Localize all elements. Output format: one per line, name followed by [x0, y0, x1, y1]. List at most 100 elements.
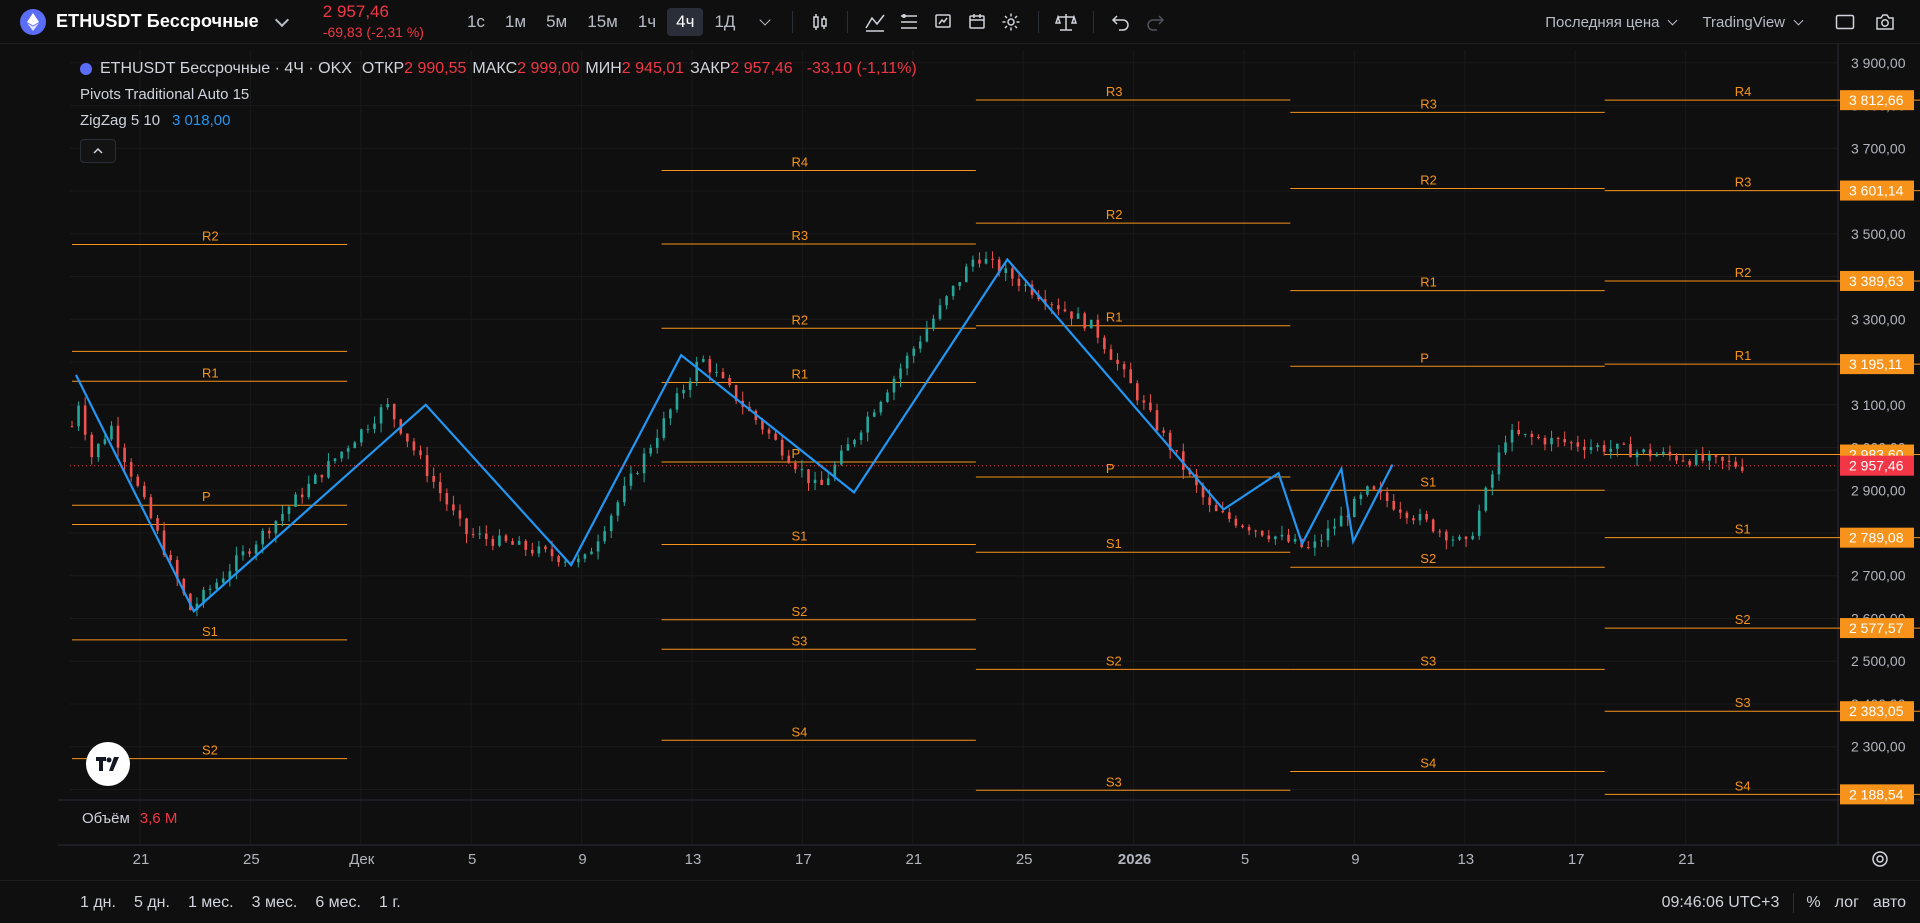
range-button-5[interactable]: 1 г.	[379, 894, 401, 912]
candle-body	[1149, 402, 1152, 411]
candle-body	[1083, 313, 1086, 329]
legend-indicator-pivots[interactable]: Pivots Traditional Auto 15	[80, 81, 917, 107]
candle-body	[314, 474, 317, 484]
candle-body	[649, 447, 652, 454]
time-axis-label: 5	[1241, 851, 1249, 868]
candle-body	[1405, 512, 1409, 519]
collapse-legend-button[interactable]	[80, 139, 116, 163]
chart-settings-icon[interactable]	[1870, 849, 1890, 872]
candle-body	[1662, 451, 1665, 455]
candle-body	[294, 494, 297, 507]
candle-body	[932, 318, 935, 330]
candle-body	[77, 405, 80, 427]
pivot-level-label: S1	[1106, 536, 1122, 551]
candle-body	[787, 455, 791, 463]
candle-body	[682, 389, 685, 394]
candle-body	[1635, 452, 1639, 458]
candle-body	[1431, 519, 1435, 532]
percent-toggle[interactable]: %	[1806, 894, 1820, 912]
range-button-4[interactable]: 6 мес.	[315, 894, 361, 912]
candle-body	[445, 493, 449, 505]
candle-body	[208, 588, 212, 590]
indicator-pivots-label: Pivots Traditional Auto 15	[80, 85, 250, 103]
candle-body	[1274, 536, 1277, 540]
candle-body	[780, 439, 784, 456]
candle-body	[984, 258, 988, 264]
candle-body	[1280, 534, 1284, 537]
candle-body	[1445, 531, 1448, 541]
pivot-level-label: R1	[202, 365, 219, 380]
candle-body	[669, 409, 672, 419]
candle-body	[1471, 535, 1474, 540]
candle-body	[807, 469, 810, 484]
legend-indicator-zigzag[interactable]: ZigZag 5 10 3 018,00	[80, 107, 917, 133]
price-axis-tick: 2 500,00	[1851, 653, 1906, 669]
log-toggle[interactable]: лог	[1835, 894, 1859, 912]
ohlc-label: ЗАКР	[690, 60, 731, 77]
range-button-2[interactable]: 1 мес.	[188, 894, 234, 912]
candle-body	[708, 359, 712, 373]
candle-body	[327, 461, 330, 478]
candle-body	[1596, 445, 1599, 448]
ohlc-value: 2 957,46	[730, 60, 793, 77]
clock[interactable]: 09:46:06 UTC+3	[1662, 894, 1780, 912]
candle-body	[899, 368, 902, 379]
candle-body	[1589, 447, 1593, 451]
candle-body	[918, 341, 922, 349]
tradingview-logo-icon[interactable]	[86, 742, 130, 786]
candle-body	[1142, 400, 1146, 403]
candle-body	[1122, 364, 1126, 370]
candle-body	[478, 533, 481, 535]
range-button-3[interactable]: 3 мес.	[252, 894, 298, 912]
candle-body	[1339, 515, 1343, 527]
price-axis-tick: 3 500,00	[1851, 226, 1906, 242]
candle-body	[537, 546, 541, 554]
candle-body	[83, 405, 87, 435]
candle-body	[1017, 278, 1021, 286]
candle-body	[938, 305, 942, 319]
candle-body	[728, 378, 731, 386]
candle-body	[524, 540, 528, 550]
candle-body	[1648, 449, 1652, 457]
range-button-0[interactable]: 1 дн.	[80, 894, 116, 912]
candle-body	[945, 296, 948, 306]
auto-toggle[interactable]: авто	[1873, 894, 1906, 912]
candle-body	[1399, 509, 1402, 513]
toolbar-divider	[1793, 892, 1795, 913]
candle-body	[1155, 410, 1159, 431]
candle-body	[1333, 526, 1336, 529]
candle-body	[465, 518, 468, 535]
price-axis-tick: 3 700,00	[1851, 140, 1906, 156]
price-axis-label: 3 195,11	[1849, 356, 1903, 372]
ohlc-value: 2 990,55	[404, 60, 467, 77]
candle-body	[1326, 528, 1330, 541]
pivot-level-label: R4	[1735, 84, 1752, 99]
candle-body	[379, 407, 383, 424]
candle-body	[590, 551, 593, 555]
candle-body	[1510, 429, 1514, 443]
candle-body	[261, 530, 264, 545]
candle-body	[1714, 455, 1718, 457]
range-button-1[interactable]: 5 дн.	[134, 894, 170, 912]
candle-body	[603, 531, 606, 542]
candle-body	[1287, 534, 1290, 542]
candle-body	[90, 434, 94, 458]
time-axis-label: 17	[795, 851, 812, 868]
candle-body	[452, 504, 455, 511]
candle-body	[360, 429, 363, 443]
pivot-level-label: S2	[202, 743, 218, 758]
candle-body	[1425, 514, 1428, 520]
candle-body	[1629, 444, 1632, 458]
pivot-level-label: S1	[1420, 474, 1436, 489]
ohlc-label: ОТКР	[361, 60, 405, 77]
candle-body	[274, 520, 278, 534]
candle-body	[912, 348, 916, 356]
candle-body	[386, 404, 389, 408]
pivot-level-label: S3	[1420, 653, 1436, 668]
candle-body	[1057, 305, 1060, 310]
volume-legend[interactable]: Объём 3,6 M	[82, 810, 177, 827]
candle-body	[1247, 526, 1251, 531]
candle-body	[1103, 337, 1106, 350]
legend-title[interactable]: ETHUSDT Бессрочные · 4Ч · OKX	[100, 60, 352, 78]
ohlc-label: МАКС	[472, 60, 518, 77]
